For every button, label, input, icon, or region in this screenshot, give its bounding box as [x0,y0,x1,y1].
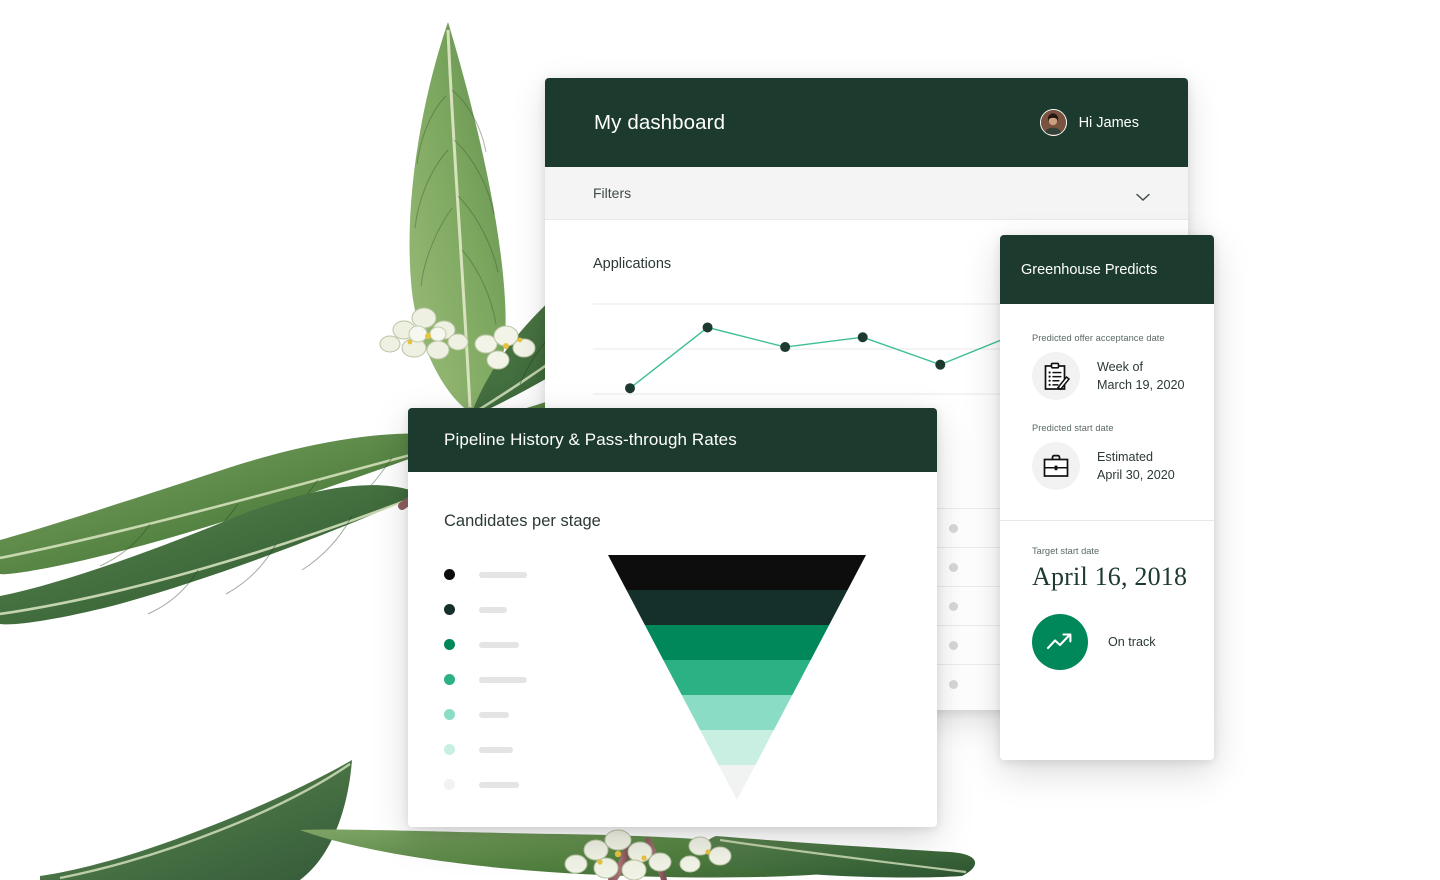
greeting-text: Hi James [1078,114,1139,131]
filters-bar[interactable]: Filters [545,167,1188,220]
start-date-line1: Estimated [1097,449,1153,464]
pipeline-card-header: Pipeline History & Pass-through Rates [408,408,937,472]
row-placeholder-dot [949,679,958,689]
legend-dot [444,674,455,685]
legend-item[interactable] [444,767,594,802]
legend-dot [444,779,455,790]
funnel-band[interactable] [718,765,756,800]
start-date-caption: Predicted start date [1032,423,1114,433]
start-date-row: Estimated April 30, 2020 [1032,442,1193,490]
legend-item[interactable] [444,732,594,767]
chevron-down-icon[interactable] [1136,189,1150,201]
pipeline-history-card: Pipeline History & Pass-through Rates Ca… [408,408,937,827]
funnel-legend [444,555,594,802]
legend-label-placeholder [479,676,527,683]
legend-label-placeholder [479,711,509,718]
funnel-band[interactable] [626,590,848,625]
greenhouse-predicts-card: Greenhouse Predicts Predicted offer acce… [1000,235,1214,760]
offer-acceptance-text: Week of March 19, 2020 [1097,358,1185,395]
legend-dot [444,744,455,755]
row-placeholder-dot [949,640,958,650]
page-title: My dashboard [594,110,726,134]
row-placeholder-dot [949,523,958,533]
legend-dot [444,604,455,615]
funnel-band[interactable] [644,625,830,660]
funnel-band[interactable] [681,695,793,730]
row-placeholder-dot [949,562,958,572]
data-point[interactable] [780,342,791,353]
predicts-card-title: Greenhouse Predicts [1021,261,1158,278]
offer-acceptance-row: Week of March 19, 2020 [1032,352,1193,400]
user-greeting[interactable]: Hi James [1039,109,1139,136]
legend-label-placeholder [479,571,527,578]
legend-label-placeholder [479,606,507,613]
filters-label: Filters [593,185,632,201]
offer-acceptance-line1: Week of [1097,359,1143,374]
legend-dot [444,709,455,720]
data-point[interactable] [625,383,635,394]
avatar[interactable] [1039,109,1067,136]
start-date-line2: April 30, 2020 [1097,468,1175,482]
pipeline-card-title: Pipeline History & Pass-through Rates [444,430,737,449]
predicted-offer-acceptance-block: Predicted offer acceptance date Week of … [1032,333,1193,400]
legend-item[interactable] [444,697,594,732]
data-point[interactable] [702,322,713,333]
target-start-date-block: Target start date April 16, 2018 On trac… [1032,521,1193,670]
legend-item[interactable] [444,627,594,662]
target-start-date-caption: Target start date [1032,546,1100,556]
funnel-band[interactable] [608,555,866,590]
clipboard-pen-icon [1032,352,1080,400]
legend-label-placeholder [479,641,519,648]
legend-label-placeholder [479,781,519,788]
legend-item[interactable] [444,662,594,697]
target-start-date-value: April 16, 2018 [1032,562,1188,591]
predicts-card-body: Predicted offer acceptance date Week of … [1000,304,1214,670]
on-track-status: On track [1032,614,1193,670]
funnel-chart [608,555,866,800]
legend-item[interactable] [444,592,594,627]
legend-dot [444,639,455,650]
candidates-per-stage-label: Candidates per stage [444,512,601,530]
funnel-band[interactable] [663,660,811,695]
funnel-band[interactable] [700,730,774,765]
offer-acceptance-line2: March 19, 2020 [1097,378,1185,392]
row-placeholder-dot [949,601,958,611]
funnel-area [444,555,937,802]
predicts-card-header: Greenhouse Predicts [1000,235,1214,304]
status-badge: On track [1108,635,1156,649]
offer-acceptance-caption: Predicted offer acceptance date [1032,333,1165,343]
pipeline-card-body: Candidates per stage [408,472,937,827]
trending-up-icon [1032,614,1088,670]
legend-label-placeholder [479,746,513,753]
data-point[interactable] [935,359,946,370]
dashboard-header: My dashboard Hi James [545,78,1188,167]
predicted-start-date-block: Predicted start date Estimated April 30,… [1032,423,1193,490]
briefcase-icon [1032,442,1080,490]
legend-dot [444,569,455,580]
data-point[interactable] [857,332,868,343]
legend-item[interactable] [444,557,594,592]
screenshot-root: My dashboard Hi James Filters Applicatio… [0,0,1440,880]
start-date-text: Estimated April 30, 2020 [1097,448,1175,485]
